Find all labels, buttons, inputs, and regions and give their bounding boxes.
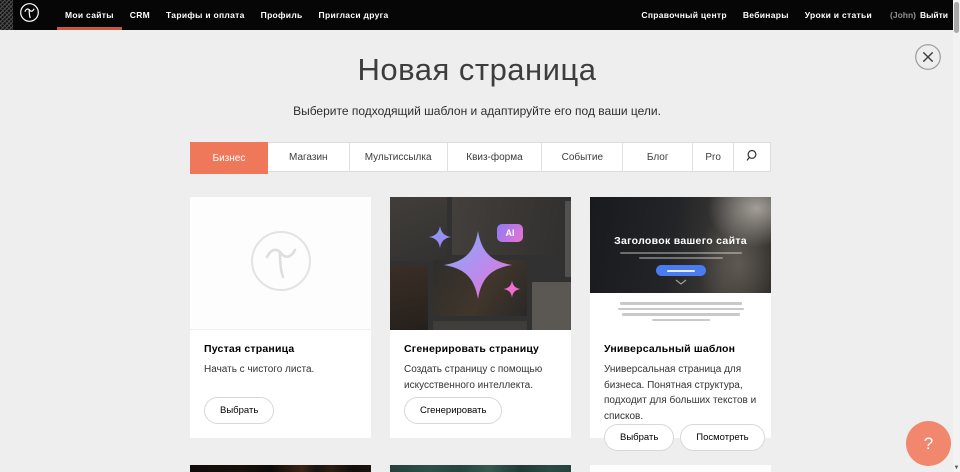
template-paragraph-block <box>590 293 771 330</box>
nav-lessons[interactable]: Уроки и статьи <box>797 0 880 30</box>
template-hero-heading: Заголовок вашего сайта <box>590 235 771 247</box>
choose-button[interactable]: Выбрать <box>204 397 274 424</box>
card-buttons: Выбрать <box>204 397 357 424</box>
template-hero-textline <box>620 252 742 254</box>
card-buttons: Выбрать Посмотреть <box>604 424 757 451</box>
nav-invite-friend[interactable]: Пригласи друга <box>311 0 397 30</box>
nav-label: Вебинары <box>743 10 789 20</box>
tab-event[interactable]: Событие <box>542 143 623 171</box>
tilda-logo-icon <box>19 2 40 28</box>
nav-label: Профиль <box>261 10 303 20</box>
vertical-scrollbar[interactable]: ▼ <box>953 0 960 472</box>
nav-crm[interactable]: CRM <box>122 0 158 30</box>
template-card-universal: Заголовок вашего сайта <box>590 197 771 438</box>
template-cards-row-partial <box>190 465 771 472</box>
nav-label: CRM <box>130 10 150 20</box>
tab-label: Квиз-форма <box>466 152 522 163</box>
card-title: Универсальный шаблон <box>604 343 757 355</box>
nav-label: Справочный центр <box>641 10 726 20</box>
template-card-blank: Пустая страница Начать с чистого листа. … <box>190 197 371 438</box>
chevron-down-icon <box>675 272 687 290</box>
generate-button[interactable]: Сгенерировать <box>404 397 502 424</box>
nav-tariffs[interactable]: Тарифы и оплата <box>158 0 253 30</box>
nav-webinars[interactable]: Вебинары <box>735 0 797 30</box>
tab-search[interactable] <box>734 143 770 171</box>
template-card-ai: AI Сгенерировать страницу Создать страни… <box>390 197 571 438</box>
tab-business[interactable]: Бизнес <box>190 142 268 174</box>
nav-label: Тарифы и оплата <box>166 10 245 20</box>
nav-label: Пригласи друга <box>319 10 389 20</box>
scrollbar-down-arrow[interactable]: ▼ <box>953 464 960 471</box>
topbar-spacer <box>397 0 634 30</box>
ai-badge: AI <box>497 224 523 242</box>
template-hero: Заголовок вашего сайта <box>590 197 771 293</box>
card-body: Универсальный шаблон Универсальная стран… <box>590 330 771 465</box>
tab-label: Бизнес <box>213 153 246 164</box>
page-title: Новая страница <box>0 52 954 88</box>
card-body: Сгенерировать страницу Создать страницу … <box>390 330 571 438</box>
tilda-logo-large-icon <box>250 230 312 297</box>
tab-pro[interactable]: Pro <box>693 143 734 171</box>
tab-label: Мультиссылка <box>365 152 432 163</box>
template-paragraph-line <box>622 313 740 316</box>
template-card-partial[interactable] <box>590 465 771 472</box>
card-description: Универсальная страница для бизнеса. Поня… <box>604 362 757 424</box>
tilda-logo[interactable] <box>13 0 49 30</box>
tab-quiz-form[interactable]: Квиз-форма <box>448 143 543 171</box>
nav-label: Мои сайты <box>65 10 114 20</box>
template-paragraph-line <box>618 308 744 311</box>
top-navigation-bar: Мои сайты CRM Тарифы и оплата Профиль Пр… <box>0 0 960 30</box>
texture-strip <box>0 0 13 30</box>
tab-store[interactable]: Магазин <box>268 143 350 171</box>
card-title: Сгенерировать страницу <box>404 343 557 355</box>
scrollbar-thumb[interactable] <box>954 2 959 33</box>
template-preview-partial <box>590 465 771 472</box>
close-icon <box>914 59 942 74</box>
view-button[interactable]: Посмотреть <box>680 424 764 451</box>
nav-my-sites[interactable]: Мои сайты <box>57 0 122 30</box>
new-page-modal: Новая страница Выберите подходящий шабло… <box>0 30 954 472</box>
template-paragraph-line <box>652 319 710 322</box>
tab-blog[interactable]: Блог <box>623 143 693 171</box>
choose-button[interactable]: Выбрать <box>604 424 674 451</box>
ai-sparkle-icon <box>390 197 571 330</box>
nav-label: Уроки и статьи <box>805 10 872 20</box>
card-description: Создать страницу с помощью искусственног… <box>404 362 557 393</box>
tab-multilink[interactable]: Мультиссылка <box>350 143 448 171</box>
template-cards-row: Пустая страница Начать с чистого листа. … <box>190 197 771 438</box>
secondary-menu: Справочный центр Вебинары Уроки и статьи <box>633 0 880 30</box>
blank-template-preview[interactable] <box>190 197 371 330</box>
template-card-partial[interactable] <box>390 465 571 472</box>
template-category-tabs: Бизнес Магазин Мультиссылка Квиз-форма С… <box>190 142 771 172</box>
template-preview-partial <box>390 465 571 472</box>
tab-label: Магазин <box>289 152 328 163</box>
tab-label: Pro <box>705 152 721 163</box>
card-body: Пустая страница Начать с чистого листа. … <box>190 330 371 438</box>
help-button[interactable]: ? <box>906 421 951 466</box>
account-logout[interactable]: (John) Выйти <box>884 0 960 30</box>
logout-link: Выйти <box>920 10 948 20</box>
card-buttons: Сгенерировать <box>404 397 557 424</box>
template-preview-partial <box>190 465 371 472</box>
search-icon <box>746 149 759 165</box>
ai-template-preview[interactable]: AI <box>390 197 571 330</box>
account-name: (John) <box>890 10 916 20</box>
main-menu: Мои сайты CRM Тарифы и оплата Профиль Пр… <box>57 0 397 30</box>
template-card-partial[interactable] <box>190 465 371 472</box>
nav-help-center[interactable]: Справочный центр <box>633 0 734 30</box>
card-description: Начать с чистого листа. <box>204 362 357 378</box>
close-button[interactable] <box>914 43 942 71</box>
app-window: Мои сайты CRM Тарифы и оплата Профиль Пр… <box>0 0 960 472</box>
page-subtitle: Выберите подходящий шаблон и адаптируйте… <box>0 104 954 118</box>
tab-label: Событие <box>562 152 603 163</box>
nav-profile[interactable]: Профиль <box>253 0 311 30</box>
card-title: Пустая страница <box>204 343 357 355</box>
template-hero-textline <box>639 257 723 259</box>
modal-body: Бизнес Магазин Мультиссылка Квиз-форма С… <box>190 142 771 472</box>
universal-template-preview[interactable]: Заголовок вашего сайта <box>590 197 771 330</box>
tab-label: Блог <box>647 152 669 163</box>
template-paragraph-line <box>620 302 742 305</box>
